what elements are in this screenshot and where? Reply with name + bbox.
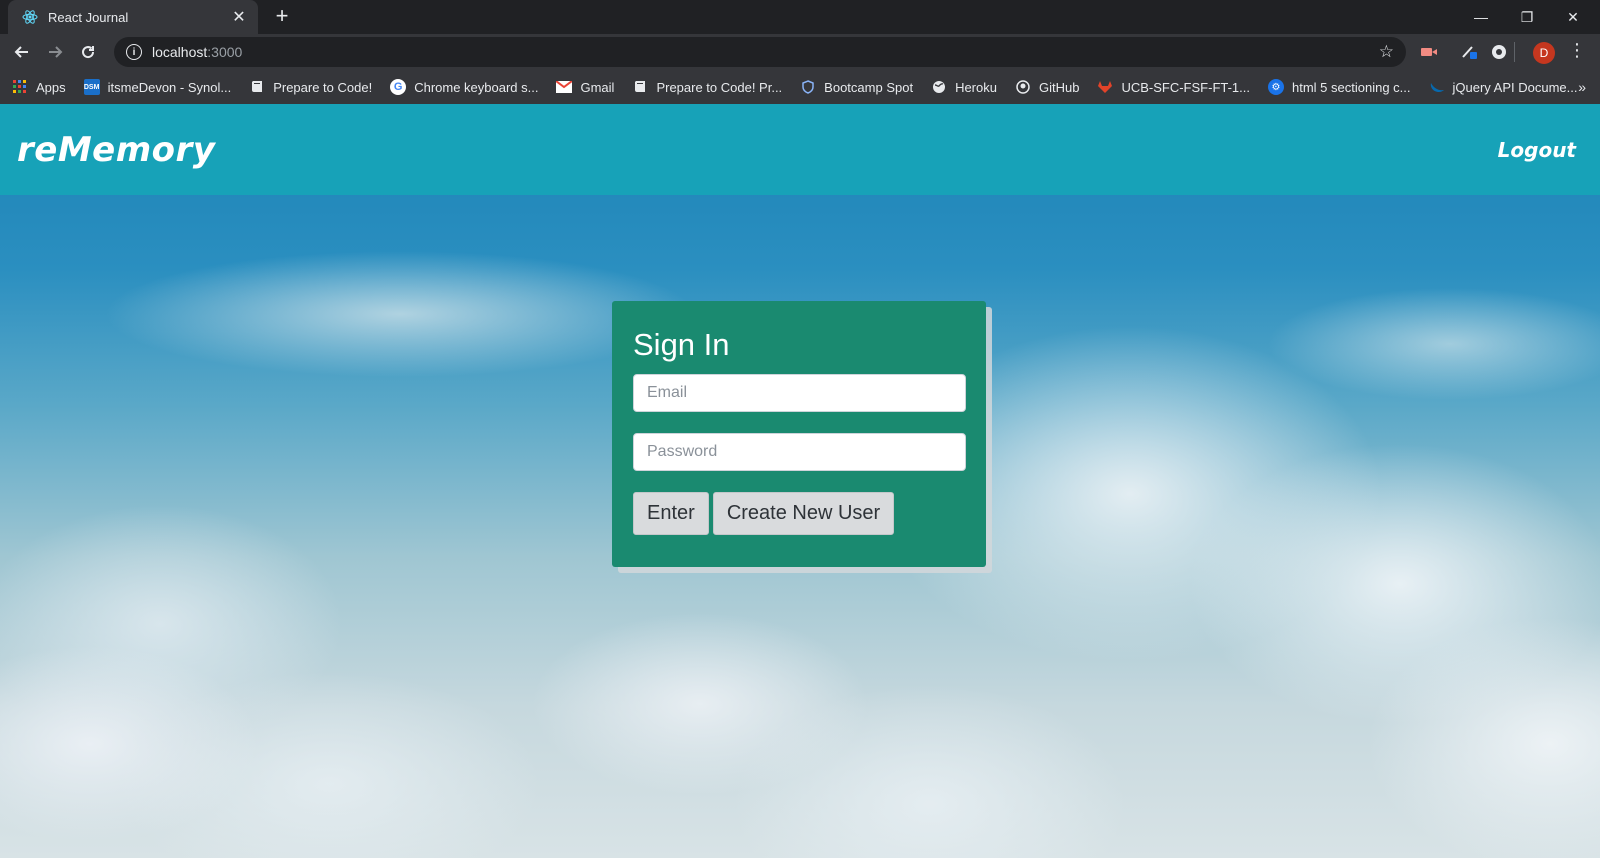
react-logo-icon	[22, 9, 38, 25]
bookmark-label: Heroku	[955, 79, 997, 95]
email-input[interactable]	[633, 374, 966, 412]
bookmark-gitlab[interactable]: UCB-SFC-FSF-FT-1...	[1097, 79, 1250, 95]
gmail-icon	[556, 79, 573, 95]
reload-icon	[82, 46, 95, 59]
bookmark-label: Gmail	[580, 79, 615, 95]
dsm-icon: DSM	[83, 79, 100, 95]
address-bar[interactable]: i localhost :3000 ☆	[114, 37, 1406, 67]
url-port: :3000	[207, 44, 243, 60]
browser-menu-icon[interactable]: ⋮	[1568, 40, 1586, 61]
bookmark-heroku[interactable]: Heroku	[931, 79, 997, 95]
app-navbar: reMemory Logout	[0, 104, 1600, 195]
jquery-icon	[1429, 79, 1445, 95]
bookmark-label: jQuery API Docume...	[1452, 79, 1578, 95]
toolbar-divider	[1514, 42, 1515, 62]
shield-icon	[800, 79, 816, 95]
forward-arrow-icon	[49, 46, 63, 58]
bookmark-synology[interactable]: DSM itsmeDevon - Synol...	[83, 79, 232, 95]
book-icon	[632, 79, 648, 95]
bookmark-jquery-api[interactable]: jQuery API Docume...	[1429, 79, 1578, 95]
bookmark-prepare-to-code-pr[interactable]: Prepare to Code! Pr...	[632, 79, 782, 95]
extension-circle-icon[interactable]	[1489, 42, 1509, 62]
bookmark-label: itsmeDevon - Synol...	[107, 79, 232, 95]
extension-video-icon[interactable]	[1419, 42, 1439, 62]
bookmark-label: Chrome keyboard s...	[414, 79, 539, 95]
bookmark-label: Apps	[36, 79, 66, 95]
bookmark-prepare-to-code[interactable]: Prepare to Code!	[249, 79, 372, 95]
restore-button[interactable]: ❐	[1504, 0, 1550, 34]
settings-icon: ⚙	[1268, 79, 1284, 95]
minimize-button[interactable]: —	[1458, 0, 1504, 34]
page-viewport: reMemory Logout Sign In Enter Create New…	[0, 104, 1600, 858]
new-tab-button[interactable]: +	[270, 4, 294, 28]
bookmark-apps[interactable]: Apps	[12, 79, 66, 95]
bookmark-gmail[interactable]: Gmail	[556, 79, 614, 95]
bookmark-chrome-keyboard[interactable]: G Chrome keyboard s...	[390, 79, 538, 95]
back-arrow-icon	[14, 46, 28, 58]
forward-button[interactable]	[41, 38, 69, 66]
extension-pen-icon[interactable]	[1459, 42, 1479, 62]
google-icon: G	[390, 79, 407, 95]
window-close-button[interactable]: ✕	[1550, 0, 1596, 34]
tab-title: React Journal	[48, 9, 129, 25]
signin-button-row: Enter Create New User	[633, 492, 965, 535]
github-icon	[1015, 79, 1031, 95]
book-icon	[249, 79, 265, 95]
bookmarks-bar: Apps DSM itsmeDevon - Synol... Prepare t…	[0, 70, 1600, 104]
bookmark-label: UCB-SFC-FSF-FT-1...	[1121, 79, 1250, 95]
bookmark-bootcamp-spot[interactable]: Bootcamp Spot	[800, 79, 913, 95]
apps-grid-icon	[12, 79, 28, 95]
url-host: localhost	[152, 44, 208, 60]
bookmark-github[interactable]: GitHub	[1015, 79, 1079, 95]
gitlab-icon	[1097, 79, 1113, 95]
site-info-icon[interactable]: i	[126, 44, 142, 60]
signin-card: Sign In Enter Create New User	[612, 301, 986, 567]
back-button[interactable]	[8, 38, 36, 66]
globe-icon	[931, 79, 947, 95]
tab-strip: React Journal ✕ + — ❐ ✕	[0, 0, 1600, 34]
signin-title: Sign In	[633, 327, 730, 362]
browser-toolbar: i localhost :3000 ☆	[0, 34, 1600, 70]
browser-tab[interactable]: React Journal ✕	[8, 0, 258, 34]
bookmark-label: GitHub	[1038, 79, 1080, 95]
bookmark-label: Prepare to Code!	[273, 79, 373, 95]
enter-button[interactable]: Enter	[633, 492, 709, 535]
profile-avatar[interactable]: D	[1533, 42, 1555, 64]
password-input[interactable]	[633, 433, 966, 471]
tab-close-icon[interactable]: ✕	[230, 7, 248, 27]
logout-link[interactable]: Logout	[1498, 138, 1576, 162]
bookmark-label: Prepare to Code! Pr...	[656, 79, 783, 95]
bookmarks-overflow-icon[interactable]: »	[1578, 79, 1586, 95]
bookmark-label: html 5 sectioning c...	[1292, 79, 1411, 95]
bookmark-html5-sectioning[interactable]: ⚙ html 5 sectioning c...	[1268, 79, 1411, 95]
brand-logo[interactable]: reMemory	[17, 130, 215, 170]
create-new-user-button[interactable]: Create New User	[712, 492, 895, 535]
bookmark-star-icon[interactable]: ☆	[1379, 42, 1394, 62]
bookmark-label: Bootcamp Spot	[824, 79, 914, 95]
reload-button[interactable]	[74, 38, 102, 66]
